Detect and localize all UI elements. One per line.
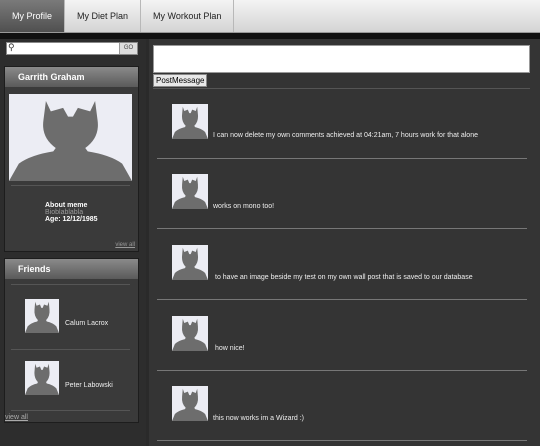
search-input[interactable] — [18, 43, 123, 54]
about-title: About meme — [45, 202, 88, 209]
post-avatar — [172, 316, 208, 351]
friend-name[interactable]: Peter Labowski — [65, 382, 113, 389]
post-avatar — [172, 104, 208, 139]
post-avatar — [172, 386, 208, 421]
profile-name: Garrith Graham — [5, 67, 138, 87]
post-text: I can now delete my own comments achieve… — [213, 132, 478, 139]
bat-silhouette-icon — [172, 247, 208, 280]
about-section: About meme Bioblablabla Age: 12/12/1985 — [45, 202, 98, 223]
divider — [11, 185, 130, 186]
bat-silhouette-icon — [25, 363, 59, 395]
post-text: works on mono too! — [213, 203, 275, 210]
friends-title: Friends — [5, 259, 138, 279]
top-navigation: My Profile My Diet Plan My Workout Plan — [0, 0, 540, 33]
post-avatar — [172, 245, 208, 280]
search-go-button[interactable]: GO — [119, 43, 137, 54]
bat-silhouette-icon — [172, 388, 208, 421]
post-divider — [157, 299, 527, 300]
divider — [153, 88, 530, 89]
post-avatar — [172, 174, 208, 209]
divider — [11, 349, 130, 350]
post-text: how nice! — [215, 345, 245, 352]
tab-my-diet-plan[interactable]: My Diet Plan — [65, 0, 142, 32]
post-divider — [157, 228, 527, 229]
post-divider — [157, 370, 527, 371]
post-message-input[interactable] — [153, 45, 530, 73]
bat-silhouette-icon — [25, 301, 59, 333]
friends-panel: Friends Calum Lacrox Peter Labowski — [4, 258, 139, 423]
profile-panel: Garrith Graham About meme Bioblablabla A… — [4, 66, 139, 252]
tab-my-workout-plan[interactable]: My Workout Plan — [141, 0, 235, 32]
about-bio: Bioblablabla — [45, 209, 84, 216]
post-divider — [157, 158, 527, 159]
divider — [11, 284, 130, 285]
post-message-button[interactable]: PostMessage — [153, 74, 208, 87]
sidebar: ⚲ GO Garrith Graham About meme Bioblabla… — [0, 39, 146, 446]
friend-avatar — [25, 299, 59, 333]
friend-name[interactable]: Calum Lacrox — [65, 320, 108, 327]
search-icon: ⚲ — [8, 42, 15, 52]
bat-silhouette-icon — [172, 176, 208, 209]
bat-silhouette-icon — [172, 318, 208, 351]
profile-view-all-link[interactable]: view all — [115, 242, 135, 248]
tab-my-profile[interactable]: My Profile — [0, 0, 66, 32]
divider — [11, 410, 130, 411]
post-text: to have an image beside my test on my ow… — [215, 274, 473, 281]
post-divider — [157, 440, 527, 441]
friends-view-all-link[interactable]: view all — [5, 414, 28, 421]
profile-avatar — [9, 94, 132, 181]
friend-item[interactable]: Peter Labowski — [25, 361, 135, 399]
friend-avatar — [25, 361, 59, 395]
bat-silhouette-icon — [9, 100, 132, 181]
friend-item[interactable]: Calum Lacrox — [25, 299, 135, 337]
search-bar: ⚲ GO — [6, 42, 138, 55]
wall: PostMessage I can now delete my own comm… — [149, 39, 540, 446]
age: Age: 12/12/1985 — [45, 216, 98, 223]
post-text: this now works im a Wizard :) — [213, 415, 305, 422]
bat-silhouette-icon — [172, 106, 208, 139]
